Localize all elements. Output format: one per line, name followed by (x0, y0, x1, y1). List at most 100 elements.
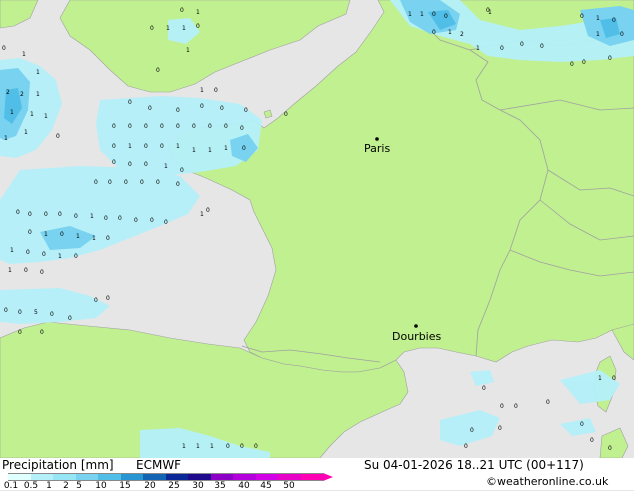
svg-text:1: 1 (420, 11, 424, 18)
svg-text:0: 0 (486, 7, 490, 14)
svg-text:0: 0 (590, 437, 594, 444)
city-label-dourbies: Dourbies (392, 330, 442, 343)
svg-text:0: 0 (242, 145, 246, 152)
svg-text:0: 0 (196, 23, 200, 30)
svg-text:1: 1 (196, 9, 200, 16)
svg-text:0: 0 (498, 425, 502, 432)
svg-text:0: 0 (176, 123, 180, 130)
svg-text:0: 0 (608, 445, 612, 452)
svg-text:0: 0 (612, 17, 616, 24)
svg-text:1: 1 (76, 233, 80, 240)
svg-text:1: 1 (182, 443, 186, 450)
svg-text:0: 0 (176, 181, 180, 188)
svg-text:1: 1 (30, 111, 34, 118)
svg-text:0: 0 (240, 125, 244, 132)
svg-text:0: 0 (144, 143, 148, 150)
svg-text:1: 1 (90, 213, 94, 220)
svg-text:0: 0 (112, 159, 116, 166)
svg-text:0: 0 (140, 179, 144, 186)
svg-text:1: 1 (598, 375, 602, 382)
svg-text:0: 0 (2, 45, 6, 52)
svg-text:0: 0 (156, 67, 160, 74)
svg-text:1: 1 (166, 25, 170, 32)
svg-text:1: 1 (596, 15, 600, 22)
svg-text:0: 0 (612, 375, 616, 382)
svg-text:2: 2 (6, 89, 10, 96)
svg-text:1: 1 (92, 235, 96, 242)
svg-text:0: 0 (124, 179, 128, 186)
svg-text:0: 0 (4, 307, 8, 314)
precipitation-map: 011 221 111 110 000 000 000 010 0 11 110 … (0, 0, 634, 458)
svg-text:0: 0 (432, 11, 436, 18)
svg-text:0: 0 (94, 179, 98, 186)
svg-text:1: 1 (176, 143, 180, 150)
svg-text:0: 0 (40, 329, 44, 336)
svg-text:1: 1 (210, 443, 214, 450)
svg-text:1: 1 (186, 47, 190, 54)
svg-text:0: 0 (68, 315, 72, 322)
svg-text:0: 0 (106, 295, 110, 302)
svg-text:1: 1 (24, 129, 28, 136)
svg-text:0: 0 (200, 103, 204, 110)
forecast-datetime: Su 04-01-2026 18..21 UTC (00+117) (364, 458, 584, 472)
svg-text:0: 0 (128, 99, 132, 106)
svg-text:0: 0 (50, 311, 54, 318)
svg-text:1: 1 (200, 87, 204, 94)
svg-text:0: 0 (514, 403, 518, 410)
svg-text:5: 5 (34, 309, 38, 316)
svg-text:0: 0 (580, 13, 584, 20)
svg-text:1: 1 (476, 45, 480, 52)
svg-text:0: 0 (608, 55, 612, 62)
svg-text:1: 1 (10, 247, 14, 254)
svg-text:0: 0 (104, 215, 108, 222)
svg-text:0: 0 (180, 7, 184, 14)
svg-text:0: 0 (134, 217, 138, 224)
svg-text:0: 0 (444, 13, 448, 20)
svg-text:0: 0 (28, 229, 32, 236)
svg-text:0: 0 (500, 403, 504, 410)
svg-text:1: 1 (36, 69, 40, 76)
svg-text:0: 0 (620, 31, 624, 38)
svg-text:0: 0 (40, 269, 44, 276)
svg-text:0: 0 (192, 123, 196, 130)
svg-text:0: 0 (112, 123, 116, 130)
svg-text:1: 1 (58, 253, 62, 260)
svg-text:0: 0 (580, 421, 584, 428)
svg-text:1: 1 (4, 135, 8, 142)
svg-text:0: 0 (58, 211, 62, 218)
svg-text:0: 0 (520, 41, 524, 48)
svg-text:0: 0 (108, 179, 112, 186)
svg-text:0: 0 (150, 25, 154, 32)
svg-text:0: 0 (24, 267, 28, 274)
svg-text:1: 1 (44, 113, 48, 120)
svg-text:1: 1 (224, 145, 228, 152)
svg-text:1: 1 (208, 147, 212, 154)
svg-text:0: 0 (226, 443, 230, 450)
svg-text:1: 1 (44, 231, 48, 238)
svg-text:0: 0 (106, 235, 110, 242)
svg-text:0: 0 (224, 123, 228, 130)
svg-text:1: 1 (448, 29, 452, 36)
map-footer: Precipitation [mm] ECMWF Su 04-01-2026 1… (0, 458, 634, 491)
svg-text:0: 0 (160, 123, 164, 130)
svg-text:1: 1 (164, 163, 168, 170)
svg-text:1: 1 (128, 143, 132, 150)
svg-text:0: 0 (150, 217, 154, 224)
svg-text:0: 0 (112, 143, 116, 150)
svg-text:2: 2 (20, 91, 24, 98)
svg-text:0: 0 (28, 211, 32, 218)
svg-text:0: 0 (240, 443, 244, 450)
svg-text:0: 0 (254, 443, 258, 450)
svg-text:0: 0 (74, 213, 78, 220)
credit-text: ©weatheronline.co.uk (486, 475, 609, 488)
city-label-paris: Paris (364, 142, 390, 155)
svg-text:0: 0 (208, 123, 212, 130)
svg-text:0: 0 (206, 207, 210, 214)
svg-text:0: 0 (470, 427, 474, 434)
svg-text:0: 0 (128, 161, 132, 168)
svg-text:1: 1 (22, 51, 26, 58)
svg-text:0: 0 (582, 59, 586, 66)
svg-text:1: 1 (196, 443, 200, 450)
svg-text:0: 0 (60, 231, 64, 238)
svg-text:0: 0 (482, 385, 486, 392)
